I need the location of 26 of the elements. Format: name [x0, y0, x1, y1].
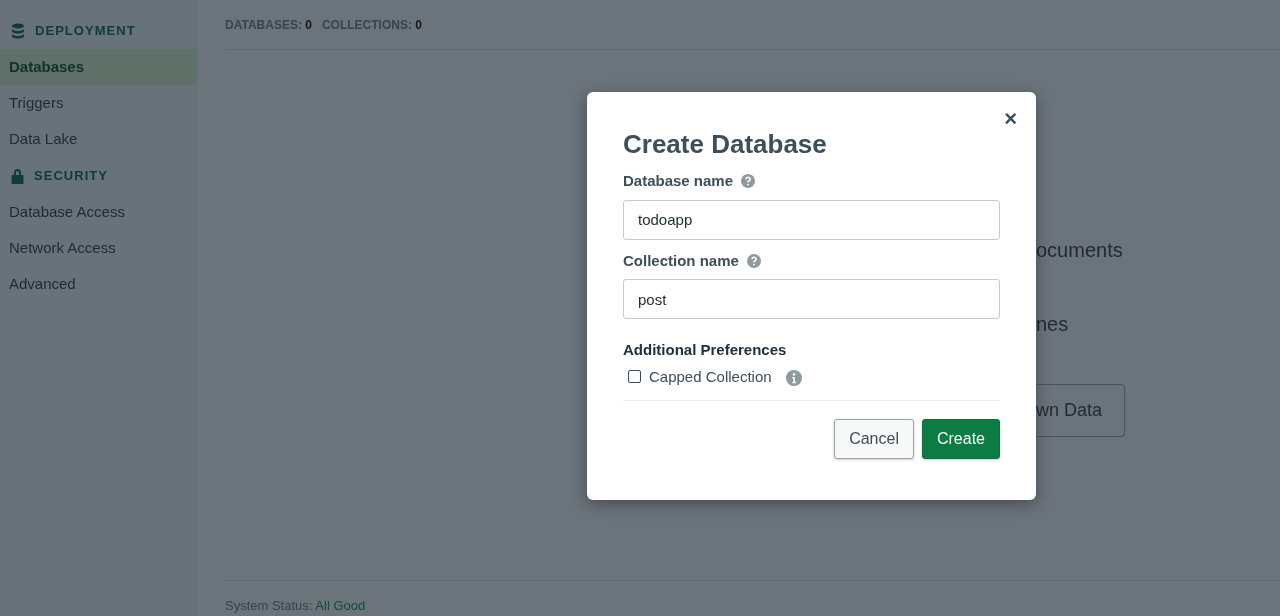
name-input[interactable]: todoapp [623, 199, 1000, 240]
dialog-title: Create Database [623, 128, 828, 160]
sidebar-item[interactable]: Data Lake [0, 121, 196, 157]
background-text: ocuments [1036, 238, 1124, 262]
info-icon[interactable] [785, 370, 802, 387]
sidebar-item[interactable]: Databases [0, 49, 196, 85]
cancel-button[interactable]: Cancel [834, 419, 914, 459]
section-heading: SECURITY [34, 167, 109, 186]
sidebar-item[interactable]: Network Access [0, 230, 196, 266]
help-icon[interactable] [746, 253, 761, 268]
sidebar-item[interactable]: Database Access [0, 194, 196, 230]
sidebar-item[interactable]: Advanced [0, 266, 196, 302]
section-heading: DEPLOYMENT [35, 22, 136, 41]
help-icon[interactable] [741, 174, 756, 189]
database-icon [11, 23, 25, 39]
close-button[interactable]: × [1004, 108, 1017, 130]
create-button[interactable]: Create [921, 419, 1000, 459]
name-input[interactable]: post [623, 279, 1000, 319]
lock-icon [11, 168, 24, 184]
background-text: nes [1036, 312, 1070, 336]
field-label: Database name [623, 171, 734, 191]
field-label: Collection name [623, 250, 739, 271]
preferences-heading: Additional Preferences [623, 340, 788, 360]
sidebar-item[interactable]: Triggers [0, 85, 196, 121]
checkbox-label: Capped Collection [649, 366, 772, 387]
capped-collection-checkbox[interactable] [628, 370, 641, 384]
